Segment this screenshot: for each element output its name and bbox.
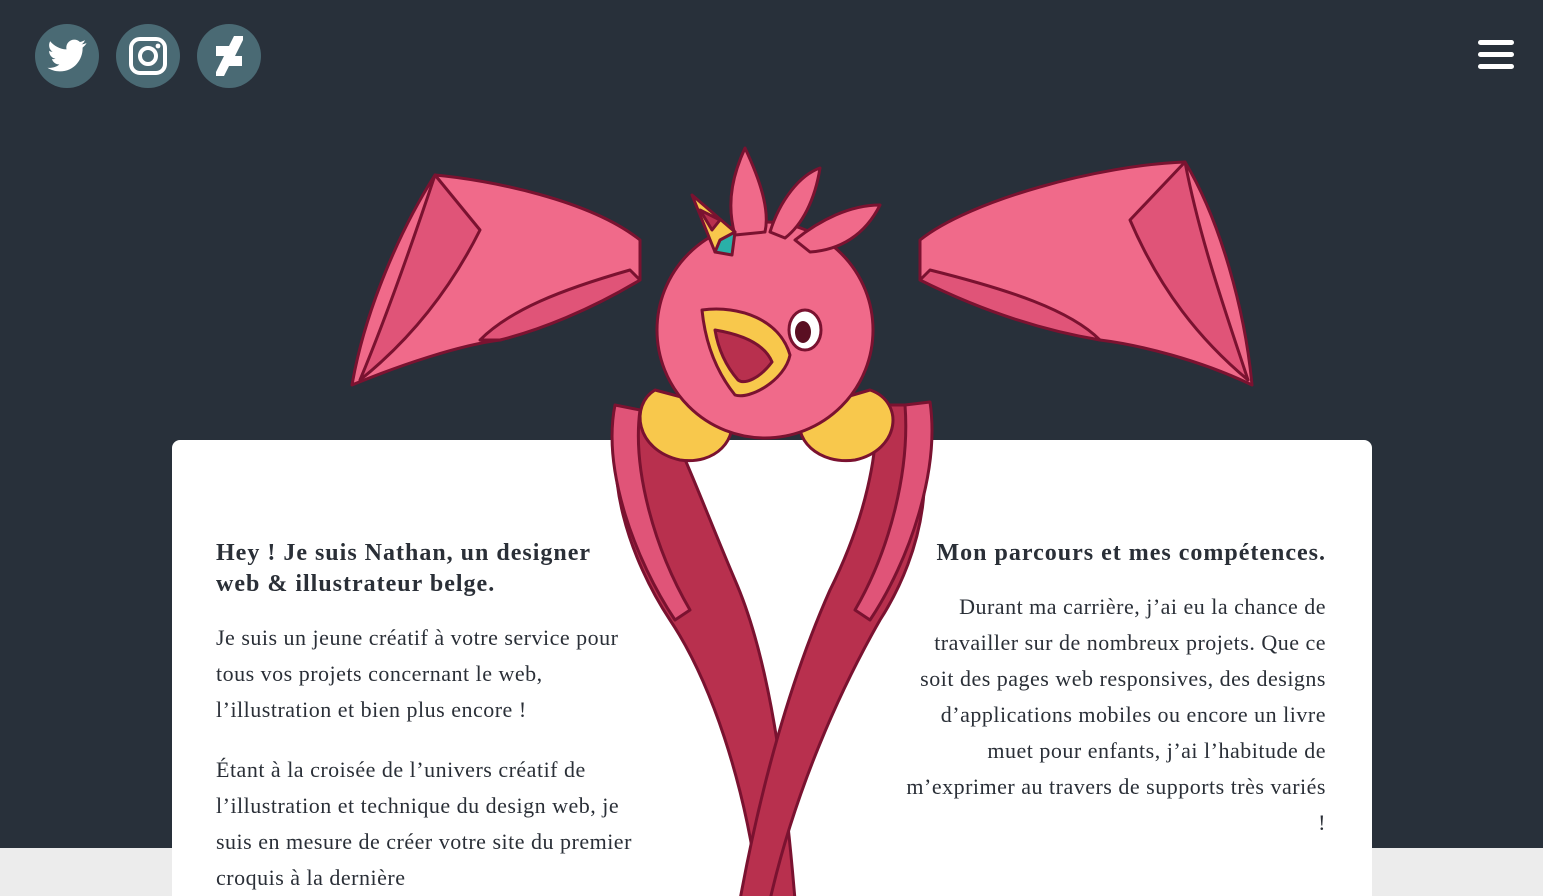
right-leg-feathers bbox=[739, 403, 926, 896]
instagram-link[interactable] bbox=[116, 24, 180, 88]
twitter-icon bbox=[47, 39, 87, 72]
hamburger-menu-icon[interactable] bbox=[1476, 38, 1516, 72]
twitter-link[interactable] bbox=[35, 24, 99, 88]
head-tuft bbox=[729, 146, 768, 237]
instagram-icon bbox=[129, 37, 167, 75]
page: Hey ! Je suis Nathan, un designer web & … bbox=[0, 0, 1543, 896]
unicorn-bird-mascot bbox=[350, 146, 1254, 896]
deviantart-icon bbox=[216, 36, 243, 76]
deviantart-link[interactable] bbox=[197, 24, 261, 88]
